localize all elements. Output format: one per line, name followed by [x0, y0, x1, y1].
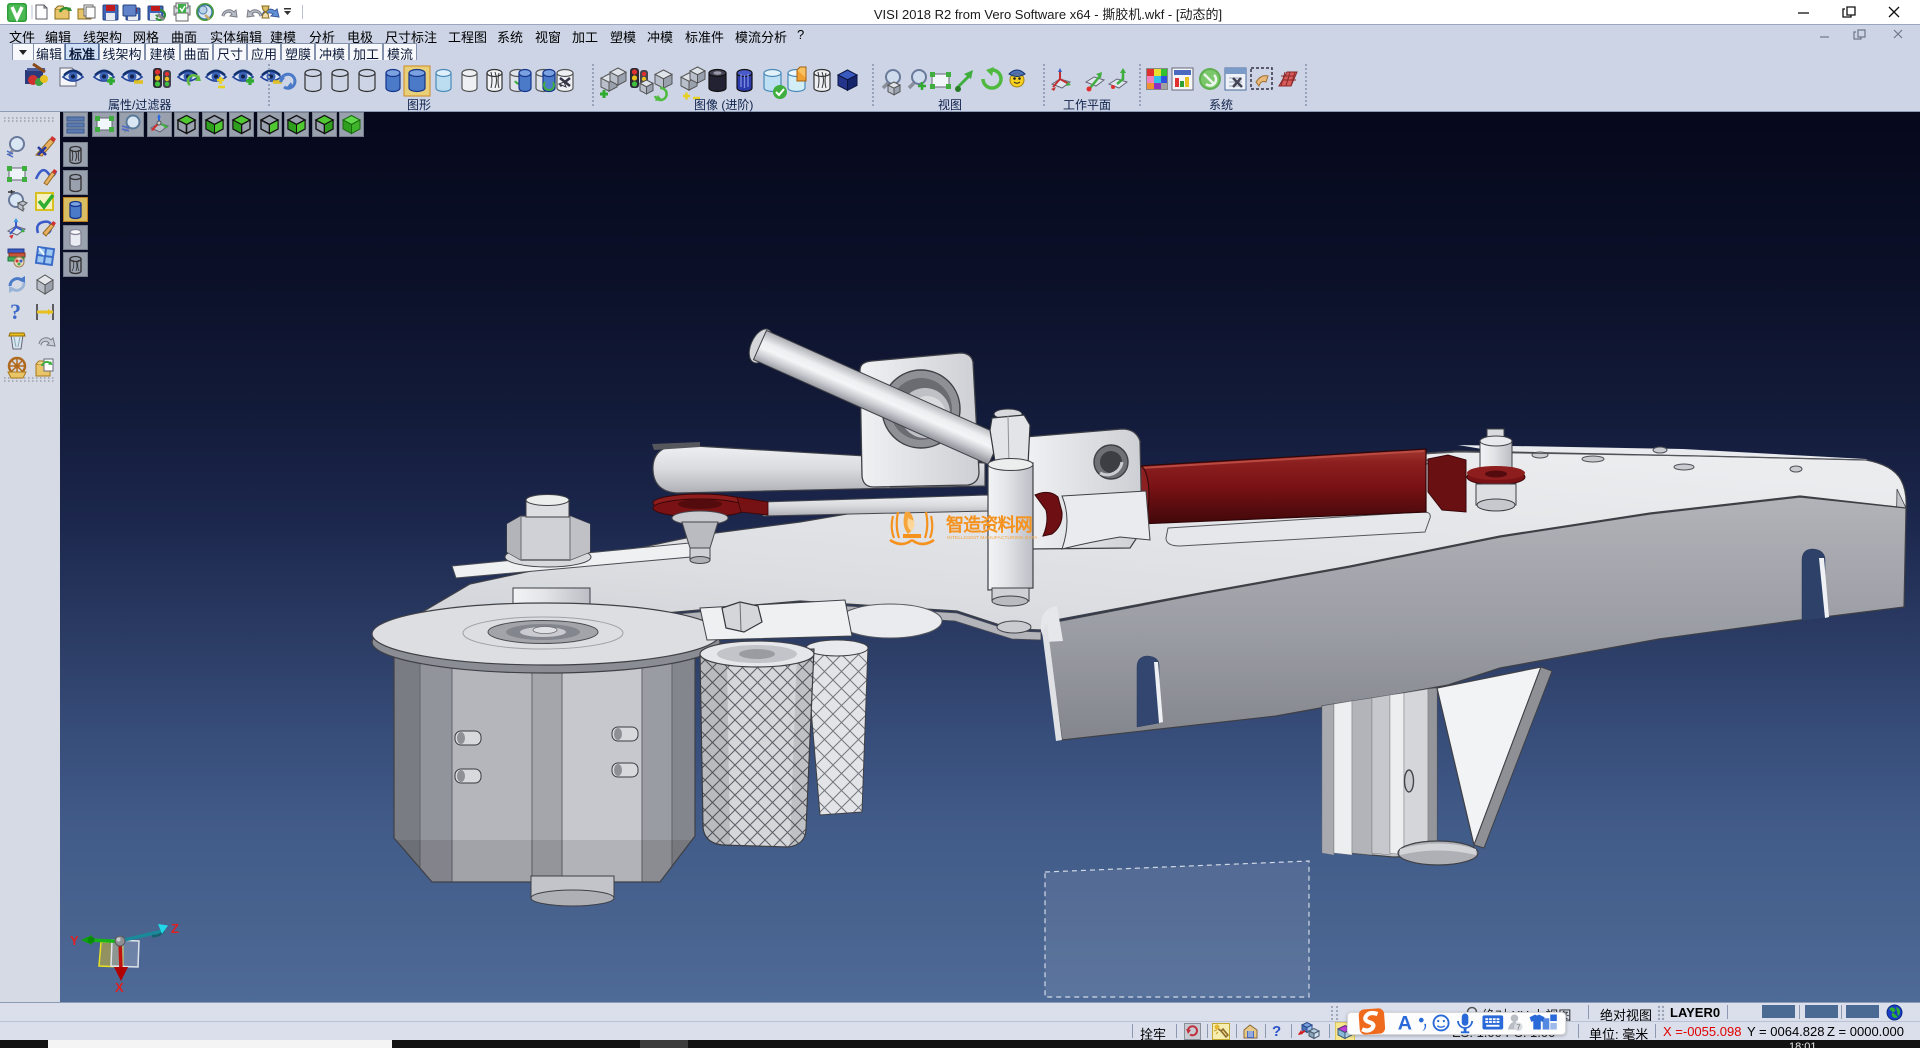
svg-text:7: 7: [1516, 1023, 1520, 1032]
svg-text:A: A: [1398, 1013, 1412, 1035]
svg-text:?: ?: [10, 299, 21, 324]
